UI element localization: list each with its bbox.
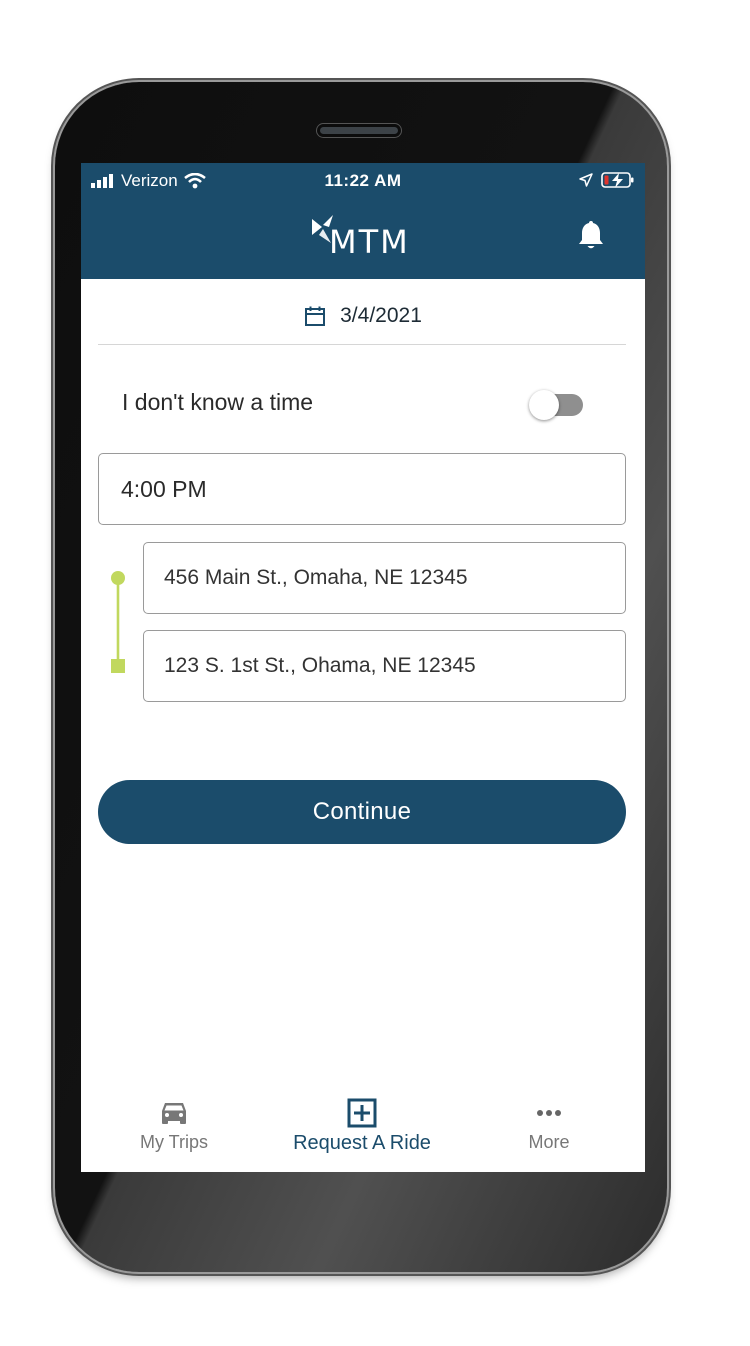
dropoff-address-value: 123 S. 1st St., Ohama, NE 12345 bbox=[164, 654, 476, 677]
time-value: 4:00 PM bbox=[121, 475, 207, 502]
nav-my-trips[interactable]: My Trips bbox=[89, 1098, 259, 1153]
pickup-address-value: 456 Main St., Omaha, NE 12345 bbox=[164, 566, 468, 589]
phone-speaker bbox=[317, 124, 401, 137]
toggle-knob bbox=[529, 390, 559, 420]
car-icon bbox=[162, 1103, 186, 1124]
nav-more-label: More bbox=[528, 1132, 570, 1152]
more-dots-icon bbox=[537, 1110, 561, 1116]
time-field[interactable]: 4:00 PM bbox=[98, 453, 626, 525]
plus-square-icon bbox=[347, 1098, 377, 1128]
notifications-button[interactable] bbox=[577, 219, 605, 256]
date-divider bbox=[98, 344, 626, 345]
nav-request-ride-label: Request A Ride bbox=[293, 1132, 431, 1154]
pickup-address-field[interactable]: 456 Main St., Omaha, NE 12345 bbox=[143, 542, 626, 614]
app-screen: Verizon 11:22 AM MTM 3/4/2021 I don't kn… bbox=[81, 163, 645, 1172]
date-value: 3/4/2021 bbox=[340, 304, 422, 327]
location-arrow-icon bbox=[579, 173, 593, 187]
nav-my-trips-label: My Trips bbox=[139, 1132, 208, 1152]
route-indicator-icon bbox=[111, 571, 125, 673]
continue-label: Continue bbox=[312, 798, 412, 825]
battery-charging-icon bbox=[601, 172, 634, 188]
mtm-logo: MTM bbox=[307, 213, 419, 263]
continue-button[interactable]: Continue bbox=[98, 780, 626, 844]
bell-icon bbox=[579, 221, 603, 249]
nav-request-ride[interactable]: Request A Ride bbox=[277, 1098, 447, 1155]
status-bar: Verizon 11:22 AM bbox=[81, 163, 645, 199]
logo-text: MTM bbox=[329, 223, 410, 261]
dropoff-address-field[interactable]: 123 S. 1st St., Ohama, NE 12345 bbox=[143, 630, 626, 702]
time-unknown-label: I don't know a time bbox=[122, 389, 314, 415]
nav-more[interactable]: More bbox=[464, 1098, 634, 1153]
status-right bbox=[579, 171, 635, 189]
app-header: MTM bbox=[81, 199, 645, 279]
status-time: 11:22 AM bbox=[324, 171, 402, 190]
time-unknown-toggle[interactable] bbox=[529, 390, 583, 420]
calendar-icon bbox=[305, 306, 326, 326]
date-selector[interactable]: 3/4/2021 bbox=[81, 291, 645, 341]
